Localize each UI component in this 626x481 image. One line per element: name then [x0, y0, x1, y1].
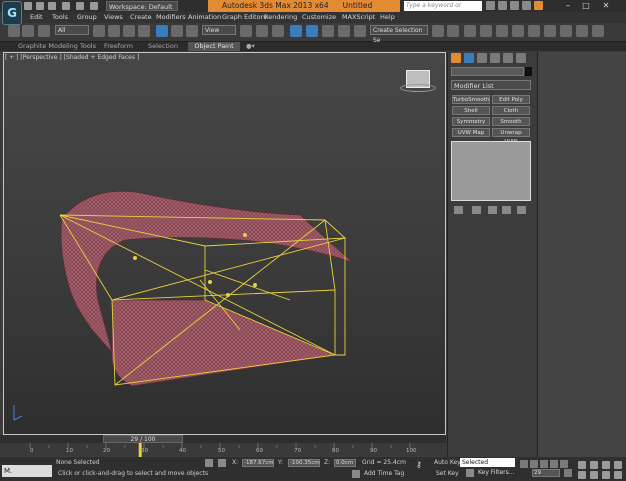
motion-tab-icon[interactable]	[490, 53, 500, 63]
scene-geometry[interactable]	[0, 0, 446, 435]
set-key-icon[interactable]	[466, 469, 474, 477]
selection-status: None Selected	[56, 459, 100, 466]
configure-sets-icon[interactable]	[517, 206, 526, 214]
zoom-all-icon[interactable]	[590, 461, 598, 469]
modifier-cloth-button[interactable]: Cloth	[492, 106, 530, 115]
remove-modifier-icon[interactable]	[502, 206, 511, 214]
tick-label: 80	[332, 448, 339, 454]
zoom-extents-all-icon[interactable]	[614, 461, 622, 469]
zoom-icon[interactable]	[578, 461, 586, 469]
modifier-unwrap-uvw-button[interactable]: Unwrap UVW	[492, 128, 530, 145]
tick-label: 10	[66, 448, 73, 454]
modifier-symmetry-button[interactable]: Symmetry	[452, 117, 490, 126]
key-filters-button[interactable]: Key Filters...	[478, 469, 515, 476]
graphite-toggle-icon[interactable]	[480, 25, 492, 37]
go-to-end-icon[interactable]	[560, 460, 568, 468]
lock-selection-icon[interactable]	[205, 459, 213, 467]
set-key-button[interactable]: Set Key	[436, 470, 459, 477]
pan-view-icon[interactable]	[590, 471, 598, 479]
orbit-icon[interactable]	[602, 471, 610, 479]
curve-editor-icon[interactable]	[496, 25, 508, 37]
maxscript-listener-button[interactable]: M.	[2, 465, 52, 477]
close-button[interactable]: ✕	[598, 0, 614, 11]
current-frame-field[interactable]: 29	[532, 469, 560, 477]
show-end-result-icon[interactable]	[472, 206, 481, 214]
z-coord-label: Z:	[324, 459, 331, 466]
modifier-edit-poly-button[interactable]: Edit Poly	[492, 95, 530, 104]
tick-label: 40	[179, 448, 186, 454]
render-production-icon[interactable]	[576, 25, 588, 37]
tick-label: 90	[370, 448, 377, 454]
modifier-stack-view[interactable]	[451, 141, 531, 201]
x-coord-field[interactable]: -187.67cm	[242, 459, 274, 467]
tick-label: 60	[256, 448, 263, 454]
tick-label: 20	[103, 448, 110, 454]
align-icon[interactable]	[447, 25, 459, 37]
play-icon[interactable]	[540, 460, 548, 468]
app-logo-icon[interactable]: G	[2, 1, 22, 25]
x-coord-label: X:	[232, 459, 239, 466]
make-unique-icon[interactable]	[488, 206, 497, 214]
prompt-line: Click or click-and-drag to select and mo…	[58, 470, 209, 477]
time-config-icon[interactable]	[564, 469, 572, 477]
side-panel	[537, 52, 626, 457]
absolute-mode-icon[interactable]	[218, 459, 226, 467]
auto-key-button[interactable]: Auto Key	[434, 459, 461, 466]
cloth-floor-surface	[111, 299, 337, 387]
modifier-shell-button[interactable]: Shell	[452, 106, 490, 115]
go-to-start-icon[interactable]	[520, 460, 528, 468]
modifier-list-dropdown[interactable]: Modifier List	[451, 80, 531, 90]
time-slider-track[interactable]	[0, 435, 446, 443]
rendered-frame-window-icon[interactable]	[560, 25, 572, 37]
previous-frame-icon[interactable]	[530, 460, 538, 468]
object-color-swatch[interactable]	[525, 67, 532, 76]
utilities-tab-icon[interactable]	[516, 53, 526, 63]
key-icon[interactable]: ⚷	[416, 461, 430, 469]
object-name-field[interactable]	[451, 67, 524, 76]
hierarchy-tab-icon[interactable]	[477, 53, 487, 63]
render-iterative-icon[interactable]	[592, 25, 604, 37]
y-coord-field[interactable]: -100.35cm	[288, 459, 320, 467]
time-tag-icon[interactable]	[352, 470, 360, 478]
communication-icon[interactable]	[510, 1, 519, 10]
modifier-turbosmooth-button[interactable]: TurboSmooth	[452, 95, 490, 104]
tick-label: 30	[141, 448, 148, 454]
next-frame-icon[interactable]	[550, 460, 558, 468]
add-time-tag-button[interactable]: Add Time Tag	[364, 470, 404, 477]
tick-label: 100	[406, 448, 417, 454]
y-coord-label: Y:	[278, 459, 283, 466]
tick-label: 50	[218, 448, 225, 454]
layer-manager-icon[interactable]	[464, 25, 476, 37]
maximize-button[interactable]: □	[578, 0, 594, 11]
modify-tab-icon[interactable]	[464, 53, 474, 63]
help-icon[interactable]	[534, 1, 543, 10]
schematic-view-icon[interactable]	[512, 25, 524, 37]
z-coord-field[interactable]: 0.0cm	[334, 459, 356, 467]
axis-tripod-icon	[13, 405, 23, 421]
modifier-smooth-button[interactable]: Smooth	[492, 117, 530, 126]
grid-size-status: Grid = 25.4cm	[362, 459, 406, 466]
auto-key-selection-dropdown[interactable]: Selected	[460, 458, 515, 467]
render-setup-icon[interactable]	[544, 25, 556, 37]
minimize-button[interactable]: –	[560, 0, 576, 11]
create-tab-icon[interactable]	[451, 53, 461, 63]
pin-stack-icon[interactable]	[454, 206, 463, 214]
zoom-extents-icon[interactable]	[602, 461, 610, 469]
tick-label: 70	[294, 448, 301, 454]
time-slider-thumb[interactable]: 29 / 100	[103, 435, 183, 443]
material-editor-icon[interactable]	[528, 25, 540, 37]
search-icon[interactable]	[486, 1, 495, 10]
maximize-viewport-icon[interactable]	[614, 471, 622, 479]
subscription-icon[interactable]	[498, 1, 507, 10]
favorites-star-icon[interactable]	[522, 1, 531, 10]
modifier-uvw-map-button[interactable]: UVW Map	[452, 128, 490, 137]
field-of-view-icon[interactable]	[578, 471, 586, 479]
vertex-markers	[133, 233, 257, 297]
tick-label: 0	[30, 448, 34, 454]
display-tab-icon[interactable]	[503, 53, 513, 63]
